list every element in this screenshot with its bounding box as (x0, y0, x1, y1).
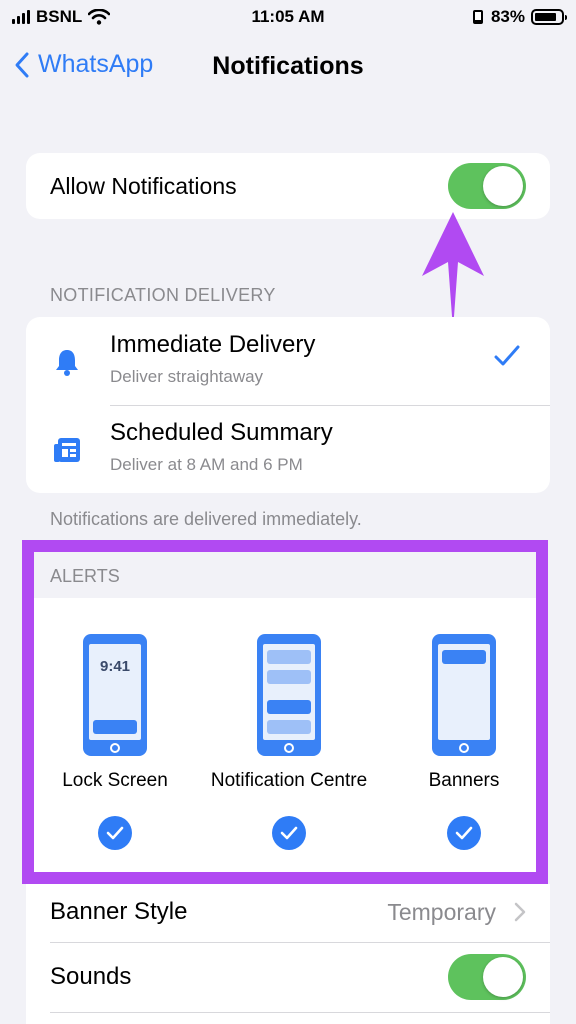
bell-icon (56, 350, 78, 376)
arrow-up-icon (422, 212, 484, 330)
navigation-bar: WhatsApp Notifications (0, 44, 576, 88)
allow-notifications-toggle[interactable] (448, 163, 526, 209)
scheduled-summary-row[interactable]: Scheduled Summary Deliver at 8 AM and 6 … (26, 405, 550, 493)
allow-notifications-card: Allow Notifications (26, 153, 550, 219)
sounds-row: Sounds (26, 943, 550, 1013)
immediate-delivery-subtitle: Deliver straightaway (110, 367, 264, 386)
orientation-lock-icon (472, 10, 483, 24)
battery-icon (531, 9, 567, 25)
sounds-label: Sounds (50, 963, 132, 990)
battery-fill (535, 13, 556, 21)
banner-style-value: Temporary (387, 899, 496, 925)
delivery-section-header: NOTIFICATION DELIVERY (50, 285, 276, 305)
status-right: 83% (471, 7, 567, 27)
summary-icon (54, 438, 80, 462)
banner-style-label: Banner Style (50, 898, 188, 925)
checkmark-icon (494, 345, 520, 366)
page-title: Notifications (212, 52, 364, 80)
divider (50, 1012, 550, 1013)
immediate-delivery-row[interactable]: Immediate Delivery Deliver straightaway (26, 317, 550, 405)
alerts-highlight-box (22, 540, 548, 884)
delivery-footer: Notifications are delivered immediately. (50, 509, 362, 529)
status-bar: BSNL 11:05 AM 83% (0, 0, 576, 34)
battery-percent: 83% (490, 7, 525, 26)
sounds-toggle[interactable] (448, 954, 526, 1000)
scheduled-summary-subtitle: Deliver at 8 AM and 6 PM (110, 455, 303, 474)
scheduled-summary-title: Scheduled Summary (110, 419, 333, 446)
immediate-delivery-title: Immediate Delivery (110, 331, 316, 358)
delivery-card: Immediate Delivery Deliver straightaway … (26, 317, 550, 493)
alert-settings-card: Banner Style Temporary Sounds (26, 884, 550, 1024)
allow-notifications-label: Allow Notifications (50, 173, 237, 199)
chevron-right-icon (514, 902, 526, 922)
banner-style-row[interactable]: Banner Style Temporary (26, 884, 550, 942)
